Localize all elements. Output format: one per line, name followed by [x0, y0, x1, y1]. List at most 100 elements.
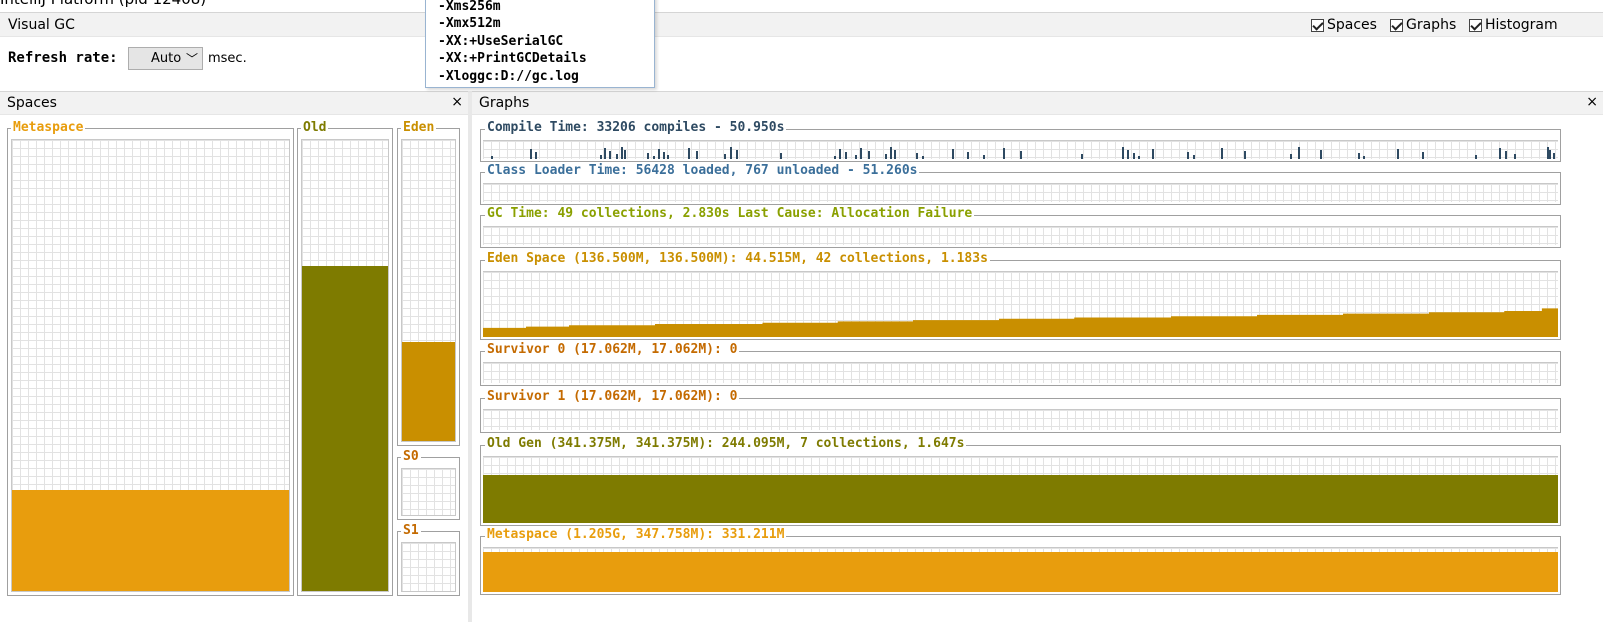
compile-spike — [1549, 150, 1551, 159]
compile-spike — [967, 152, 969, 159]
window-title: IntelliJ Platform (pid 12408) — [0, 0, 206, 8]
metaspace-grid — [11, 139, 290, 592]
old-space: Old — [297, 120, 393, 596]
compile-spike — [600, 155, 602, 159]
compile-spike — [855, 155, 857, 159]
metaspace-label: Metaspace — [11, 120, 86, 135]
compile-time-label: Compile Time: 33206 compiles - 50.950s — [485, 120, 787, 136]
class-loader-graph: Class Loader Time: 56428 loaded, 767 unl… — [480, 163, 1561, 205]
compile-spike — [1244, 151, 1246, 159]
metaspace-graph: Metaspace (1.205G, 347.758M): 331.211M — [480, 527, 1561, 595]
compile-spike — [663, 152, 665, 159]
compile-spike — [916, 153, 918, 159]
compile-spike — [860, 148, 862, 159]
compile-spike — [1193, 155, 1195, 159]
compile-spike — [653, 156, 655, 159]
compile-spike — [1127, 150, 1129, 159]
metaspace-fill — [12, 489, 289, 591]
compile-spike — [1020, 151, 1022, 159]
jvm-arg: -XX:+UseSerialGC — [438, 34, 564, 49]
jvm-arg: -XX:+PrintGCDetails — [438, 51, 587, 66]
survivor1-label: Survivor 1 (17.062M, 17.062M): 0 — [485, 389, 740, 405]
graphs-checkbox[interactable]: Graphs — [1390, 17, 1456, 33]
eden-grid — [401, 139, 456, 442]
window-title-strip: IntelliJ Platform (pid 12408) — [0, 0, 1603, 12]
graphs-checkbox-label: Graphs — [1406, 17, 1457, 33]
survivor0-plot — [483, 362, 1558, 383]
compile-spike — [839, 149, 841, 159]
refresh-rate-label: Refresh rate: — [8, 50, 118, 66]
old-gen-label: Old Gen (341.375M, 341.375M): 244.095M, … — [485, 436, 967, 452]
gc-time-graph: GC Time: 49 collections, 2.830s Last Cau… — [480, 206, 1561, 248]
compile-spike — [609, 151, 611, 159]
compile-spike — [1397, 149, 1399, 159]
refresh-rate-select[interactable]: Auto ﹀ — [128, 47, 203, 70]
compile-spike — [491, 156, 493, 159]
compile-time-plot — [483, 140, 1558, 159]
old-gen-plot — [483, 456, 1558, 523]
compile-spike — [885, 154, 887, 159]
compile-spike — [530, 149, 532, 159]
old-gen-graph: Old Gen (341.375M, 341.375M): 244.095M, … — [480, 436, 1561, 526]
compile-spike — [894, 150, 896, 159]
compile-spike — [868, 151, 870, 159]
compile-spike — [647, 153, 649, 159]
chevron-down-icon: ﹀ — [186, 52, 199, 66]
compile-spike — [1003, 148, 1005, 159]
compile-spike — [736, 150, 738, 159]
old-fill — [302, 266, 388, 591]
compile-spike — [952, 149, 954, 159]
jvm-arg: -Xloggc:D://gc.log — [438, 69, 579, 84]
compile-spike — [780, 153, 782, 159]
s1-space: S1 — [397, 523, 460, 596]
survivor1-plot — [483, 409, 1558, 430]
s0-grid — [401, 468, 456, 516]
compile-spike — [1138, 156, 1140, 159]
eden-space-label: Eden Space (136.500M, 136.500M): 44.515M… — [485, 251, 990, 267]
eden-area-path — [483, 308, 1558, 337]
compile-spike — [604, 148, 606, 159]
class-loader-label: Class Loader Time: 56428 loaded, 767 unl… — [485, 163, 920, 179]
compile-spike — [1422, 152, 1424, 159]
eden-usage-area — [483, 308, 1558, 337]
histogram-checkbox[interactable]: Histogram — [1469, 17, 1558, 33]
refresh-rate-unit: msec. — [208, 51, 247, 66]
compile-spike — [890, 147, 892, 159]
refresh-rate-value: Auto — [151, 51, 182, 66]
compile-spike — [922, 156, 924, 159]
checkmark-icon — [1469, 18, 1482, 32]
survivor0-graph: Survivor 0 (17.062M, 17.062M): 0 — [480, 342, 1561, 386]
eden-fill — [402, 341, 455, 441]
s0-space: S0 — [397, 449, 460, 520]
compile-spike — [1358, 153, 1360, 159]
close-icon[interactable]: × — [1586, 94, 1598, 110]
compile-spike — [1553, 153, 1555, 159]
metaspace-space: Metaspace — [7, 120, 294, 596]
eden-space: Eden — [397, 120, 460, 446]
panel-splitter[interactable] — [468, 91, 472, 622]
checkmark-icon — [1311, 18, 1324, 32]
s1-grid — [401, 542, 456, 592]
compile-spike — [1547, 147, 1549, 159]
compile-spike — [724, 154, 726, 159]
compile-spike — [1320, 150, 1322, 159]
compile-spike — [1221, 148, 1223, 159]
compile-spike — [658, 149, 660, 159]
compile-spike — [730, 147, 732, 159]
jvm-arg: -Xms256m — [438, 0, 501, 14]
s0-label: S0 — [401, 449, 421, 464]
compile-spike — [834, 156, 836, 159]
old-label: Old — [301, 120, 329, 135]
close-icon[interactable]: × — [451, 94, 463, 110]
compile-spike — [688, 148, 690, 159]
eden-space-plot — [483, 271, 1558, 337]
visual-gc-header: Visual GC Spaces Graphs Histogram — [0, 12, 1603, 37]
compile-spike — [1505, 151, 1507, 159]
jvm-args-tooltip: -Xms256m -Xmx512m -XX:+UseSerialGC -XX:+… — [425, 0, 655, 88]
gc-time-plot — [483, 226, 1558, 245]
spaces-checkbox[interactable]: Spaces — [1311, 17, 1377, 33]
compile-spike — [1152, 149, 1154, 159]
eden-space-graph: Eden Space (136.500M, 136.500M): 44.515M… — [480, 251, 1561, 340]
s1-label: S1 — [401, 523, 421, 538]
compile-spike — [983, 155, 985, 159]
